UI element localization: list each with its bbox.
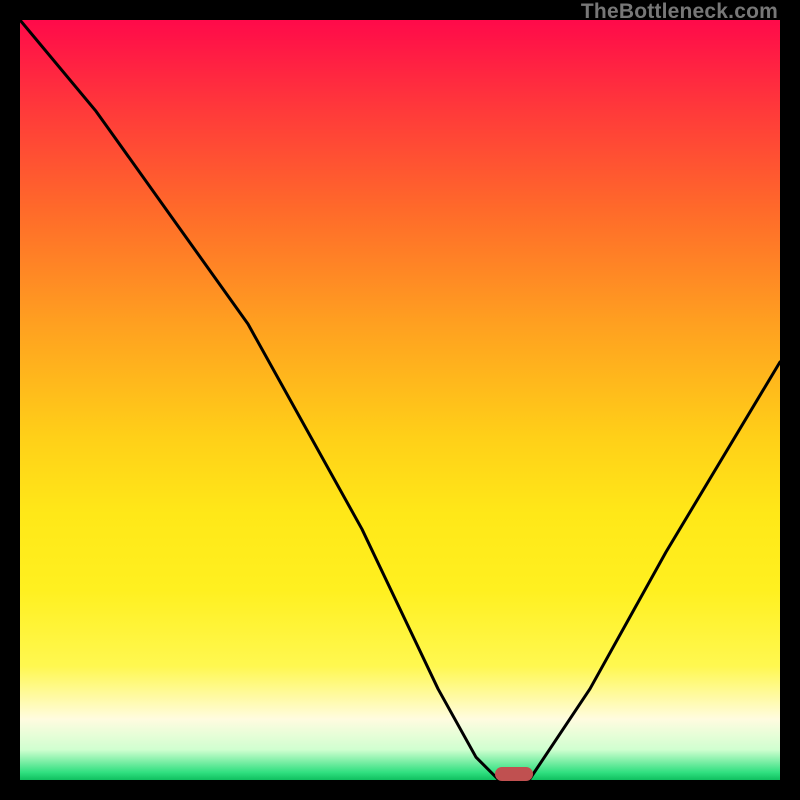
optimal-marker [495,767,533,781]
bottleneck-curve [20,20,780,780]
plot-area [20,20,780,780]
chart-frame: TheBottleneck.com [0,0,800,800]
